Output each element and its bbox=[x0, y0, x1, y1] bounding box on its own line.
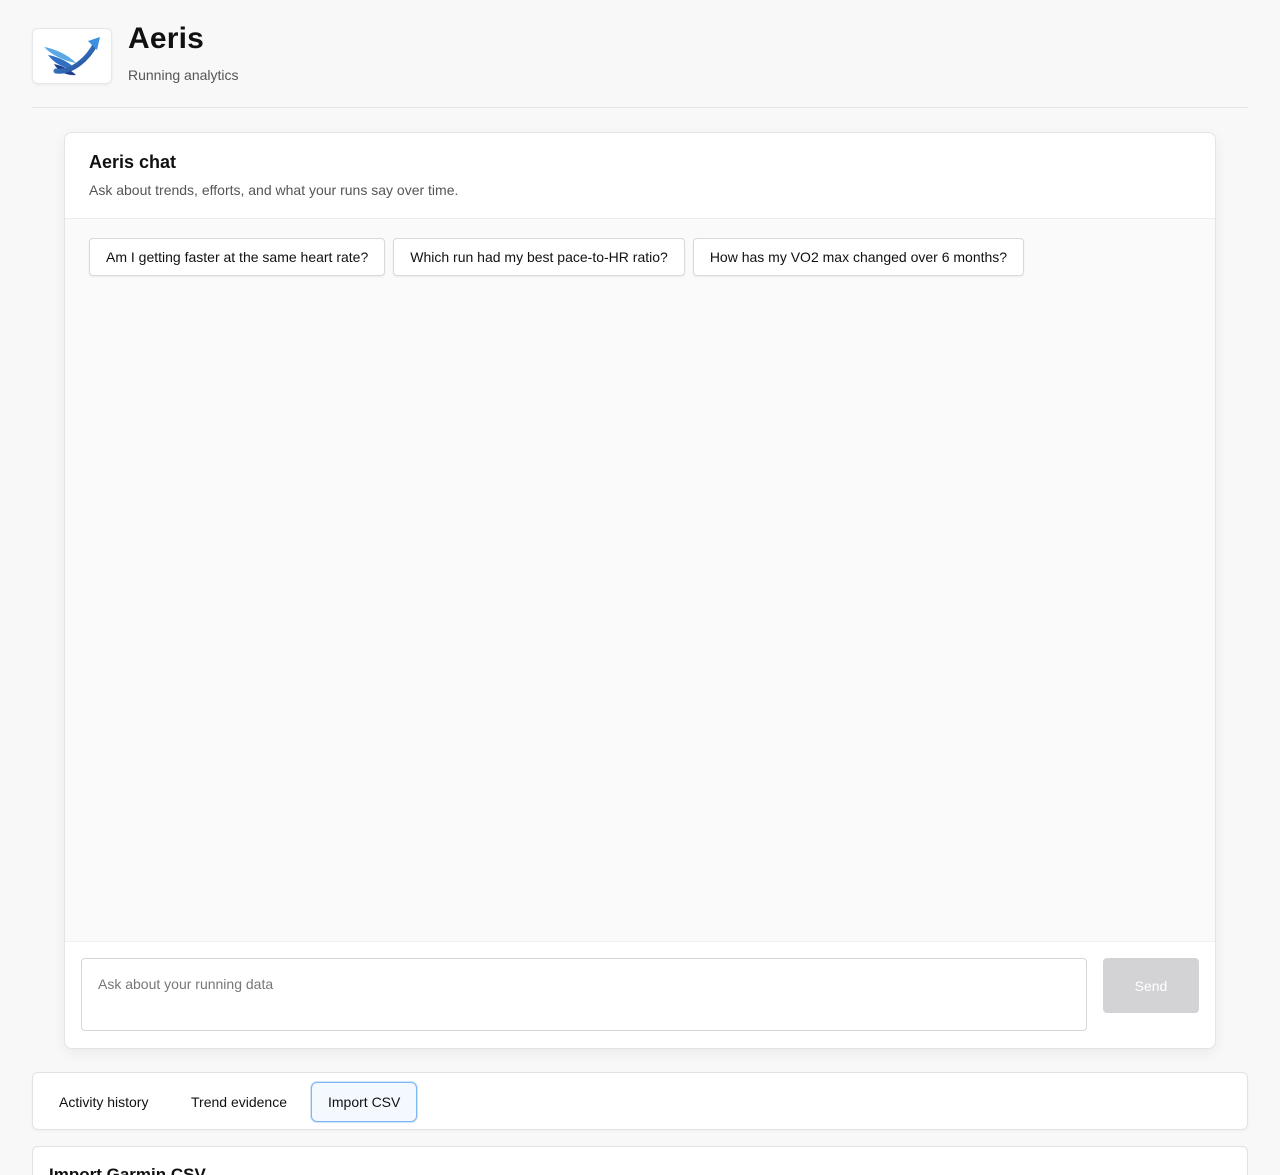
chat-description: Ask about trends, efforts, and what your… bbox=[89, 182, 459, 198]
chat-header: Aeris chat Ask about trends, efforts, an… bbox=[65, 133, 1215, 219]
suggestion-chip-faster-same-hr[interactable]: Am I getting faster at the same heart ra… bbox=[89, 238, 386, 276]
send-button[interactable]: Send bbox=[1103, 958, 1199, 1013]
app-subtitle: Running analytics bbox=[128, 67, 239, 83]
winged-arrow-logo-icon bbox=[44, 37, 100, 76]
section-tabs: Activity history Trend evidence Import C… bbox=[32, 1072, 1248, 1130]
app-logo bbox=[32, 28, 112, 84]
suggested-questions: Am I getting faster at the same heart ra… bbox=[89, 238, 1025, 276]
tab-trend-evidence[interactable]: Trend evidence bbox=[174, 1082, 304, 1122]
app-header: Aeris Running analytics bbox=[32, 0, 1248, 108]
suggestion-chip-best-pace-hr[interactable]: Which run had my best pace-to-HR ratio? bbox=[393, 238, 685, 276]
chat-title: Aeris chat bbox=[89, 152, 177, 172]
import-csv-panel: Import Garmin CSV bbox=[32, 1146, 1248, 1175]
chat-message-input[interactable] bbox=[81, 958, 1087, 1031]
app-title: Aeris bbox=[128, 22, 205, 55]
tab-activity-history[interactable]: Activity history bbox=[42, 1082, 165, 1122]
import-section-title: Import Garmin CSV bbox=[49, 1165, 206, 1175]
app-page: Aeris Running analytics Aeris chat Ask a… bbox=[0, 0, 1280, 1175]
chat-composer: Send bbox=[65, 941, 1215, 1048]
suggestion-chip-vo2-max[interactable]: How has my VO2 max changed over 6 months… bbox=[692, 238, 1025, 276]
tab-import-csv[interactable]: Import CSV bbox=[311, 1082, 418, 1122]
chat-panel: Aeris chat Ask about trends, efforts, an… bbox=[64, 132, 1216, 1049]
